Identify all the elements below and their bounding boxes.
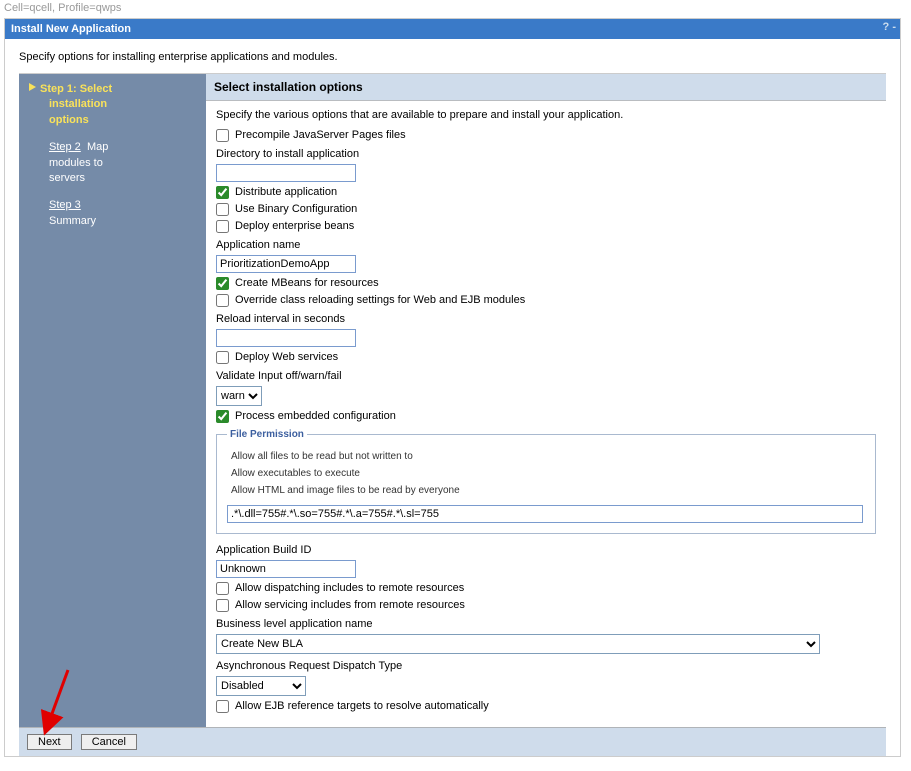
reload-interval-label: Reload interval in seconds [216,313,876,325]
step-3-link[interactable]: Step 3 [49,199,81,211]
bla-select[interactable]: Create New BLA [216,634,820,654]
app-build-id-label: Application Build ID [216,544,876,556]
step-1-current: Step 1: Select installation options [29,82,196,128]
override-reload-checkbox[interactable]: Override class reloading settings for We… [216,294,525,306]
dir-install-input[interactable] [216,164,356,182]
allow-dispatch-checkbox[interactable]: Allow dispatching includes to remote res… [216,582,464,594]
distribute-checkbox[interactable]: Distribute application [216,186,337,198]
step-3[interactable]: Step 3 Summary [29,198,196,229]
validate-label: Validate Input off/warn/fail [216,370,876,382]
file-perm-opt-3[interactable]: Allow HTML and image files to be read by… [227,482,865,499]
button-footer: Next Cancel [19,727,886,756]
process-embedded-checkbox[interactable]: Process embedded configuration [216,410,396,422]
file-perm-opt-2[interactable]: Allow executables to execute [227,465,865,482]
step-2-link[interactable]: Step 2 [49,141,81,153]
file-permission-fieldset: File Permission Allow all files to be re… [216,429,876,534]
arrow-icon [29,83,36,91]
async-dispatch-label: Asynchronous Request Dispatch Type [216,660,876,672]
reload-interval-input[interactable] [216,329,356,347]
section-desc: Specify the various options that are ava… [216,109,876,121]
intro-text: Specify options for installing enterpris… [19,51,886,63]
app-name-label: Application name [216,239,876,251]
allow-ejb-ref-checkbox[interactable]: Allow EJB reference targets to resolve a… [216,700,489,712]
section-title: Select installation options [206,74,886,101]
bla-label: Business level application name [216,618,876,630]
validate-select[interactable]: warn [216,386,262,406]
deploy-ws-checkbox[interactable]: Deploy Web services [216,351,338,363]
step-2[interactable]: Step 2 Map modules to servers [29,140,196,186]
install-panel: Install New Application ? - Specify opti… [4,18,901,757]
file-perm-string-input[interactable] [227,505,863,523]
use-binary-checkbox[interactable]: Use Binary Configuration [216,203,357,215]
app-name-input[interactable] [216,255,356,273]
app-build-id-input[interactable] [216,560,356,578]
precompile-checkbox[interactable]: Precompile JavaServer Pages files [216,129,406,141]
deploy-ejb-checkbox[interactable]: Deploy enterprise beans [216,220,354,232]
dir-install-label: Directory to install application [216,148,876,160]
help-icon[interactable]: ? - [883,21,896,33]
wizard-steps-sidebar: Step 1: Select installation options Step… [19,74,206,727]
title-text: Install New Application [11,23,131,35]
main-content: Select installation options Specify the … [206,74,886,727]
title-bar: Install New Application ? - [5,19,900,39]
allow-servicing-checkbox[interactable]: Allow servicing includes from remote res… [216,599,465,611]
cancel-button[interactable]: Cancel [81,734,137,750]
file-permission-legend: File Permission [227,429,307,440]
async-dispatch-select[interactable]: Disabled [216,676,306,696]
next-button[interactable]: Next [27,734,72,750]
create-mbeans-checkbox[interactable]: Create MBeans for resources [216,277,379,289]
breadcrumb: Cell=qcell, Profile=qwps [0,0,911,18]
file-perm-opt-1[interactable]: Allow all files to be read but not writt… [227,448,865,465]
